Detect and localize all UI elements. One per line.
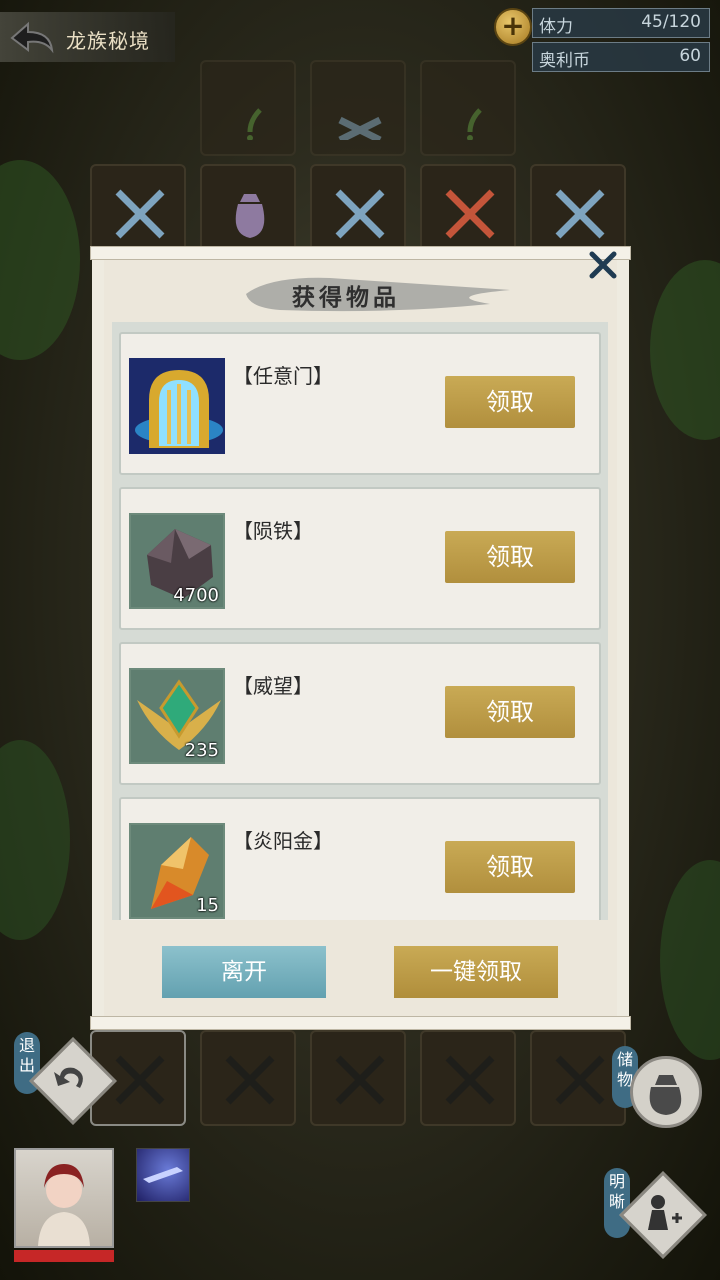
reward-item-count: 4700 [173, 585, 219, 606]
hero-portrait[interactable] [14, 1148, 114, 1248]
back-button[interactable]: 龙族秘境 [0, 12, 175, 62]
close-icon[interactable] [586, 248, 620, 282]
reward-item: 235 【威望】 领取 [119, 642, 601, 785]
dialog-title: 获得物品 [292, 284, 400, 311]
currency-value: 60 [679, 46, 701, 66]
reward-item: 【任意门】 领取 [119, 332, 601, 475]
crossed-swords-icon [445, 1055, 495, 1105]
background-foliage [660, 860, 720, 1060]
stamina-row: 体力 45/120 [532, 8, 710, 38]
crossed-swords-icon [225, 1055, 275, 1105]
page-title: 龙族秘境 [66, 29, 150, 53]
spear-strike-icon [143, 1167, 183, 1183]
clarity-label: 明晰 [604, 1168, 630, 1238]
prestige-emblem-icon: 235 [129, 668, 225, 764]
reward-item-name: 【陨铁】 [233, 519, 313, 543]
reward-item: 4700 【陨铁】 领取 [119, 487, 601, 630]
claim-all-button[interactable]: 一键领取 [394, 946, 558, 998]
reward-item-count: 15 [196, 895, 219, 916]
meteor-iron-icon: 4700 [129, 513, 225, 609]
crossed-swords-icon [338, 116, 382, 140]
crossed-swords-red-icon [445, 189, 495, 239]
currency-label: 奥利币 [539, 51, 590, 71]
question-mark-icon [247, 108, 262, 140]
loot-bag-icon [235, 194, 265, 238]
reward-item-count: 235 [184, 740, 219, 761]
stamina-value: 45/120 [641, 12, 701, 32]
map-tile[interactable] [420, 1030, 516, 1126]
crossed-swords-icon [115, 1055, 165, 1105]
claim-button[interactable]: 领取 [445, 686, 575, 738]
map-tile[interactable] [310, 1030, 406, 1126]
skill-slot[interactable] [136, 1148, 190, 1202]
map-tile[interactable] [420, 60, 516, 156]
golden-portal-icon [129, 358, 225, 454]
map-tile[interactable] [310, 60, 406, 156]
background-foliage [0, 160, 80, 360]
claim-button[interactable]: 领取 [445, 531, 575, 583]
map-tile[interactable] [200, 1030, 296, 1126]
scout-figure-icon [648, 1195, 682, 1230]
crossed-swords-icon [335, 1055, 385, 1105]
back-arrow-icon [10, 21, 54, 54]
return-arrow-icon [54, 1067, 83, 1088]
question-mark-icon [467, 108, 482, 140]
claim-button[interactable]: 领取 [445, 841, 575, 893]
background-foliage [0, 740, 70, 940]
blaze-gold-icon: 15 [129, 823, 225, 919]
add-stamina-button[interactable]: + [494, 8, 532, 46]
crossed-swords-icon [555, 1055, 605, 1105]
reward-item-name: 【威望】 [233, 674, 313, 698]
storage-button[interactable] [630, 1056, 702, 1128]
map-tile[interactable] [200, 60, 296, 156]
background-foliage [650, 260, 720, 440]
reward-item-name: 【任意门】 [233, 364, 333, 388]
reward-item-name: 【炎阳金】 [233, 829, 333, 853]
stamina-label: 体力 [539, 17, 573, 37]
hero-avatar-icon [38, 1164, 90, 1246]
crossed-swords-icon [555, 189, 605, 239]
crossed-swords-icon [115, 189, 165, 239]
crossed-swords-icon [335, 189, 385, 239]
claim-button[interactable]: 领取 [445, 376, 575, 428]
bag-icon [649, 1075, 682, 1115]
currency-row: 奥利币 60 [532, 42, 710, 72]
hero-hp-bar [14, 1250, 114, 1262]
leave-button[interactable]: 离开 [162, 946, 326, 998]
reward-item: 15 【炎阳金】 领取 [119, 797, 601, 920]
reward-list[interactable]: 【任意门】 领取 4700 【陨铁】 领取 235 【威望】 领取 15 【炎阳… [112, 322, 608, 920]
